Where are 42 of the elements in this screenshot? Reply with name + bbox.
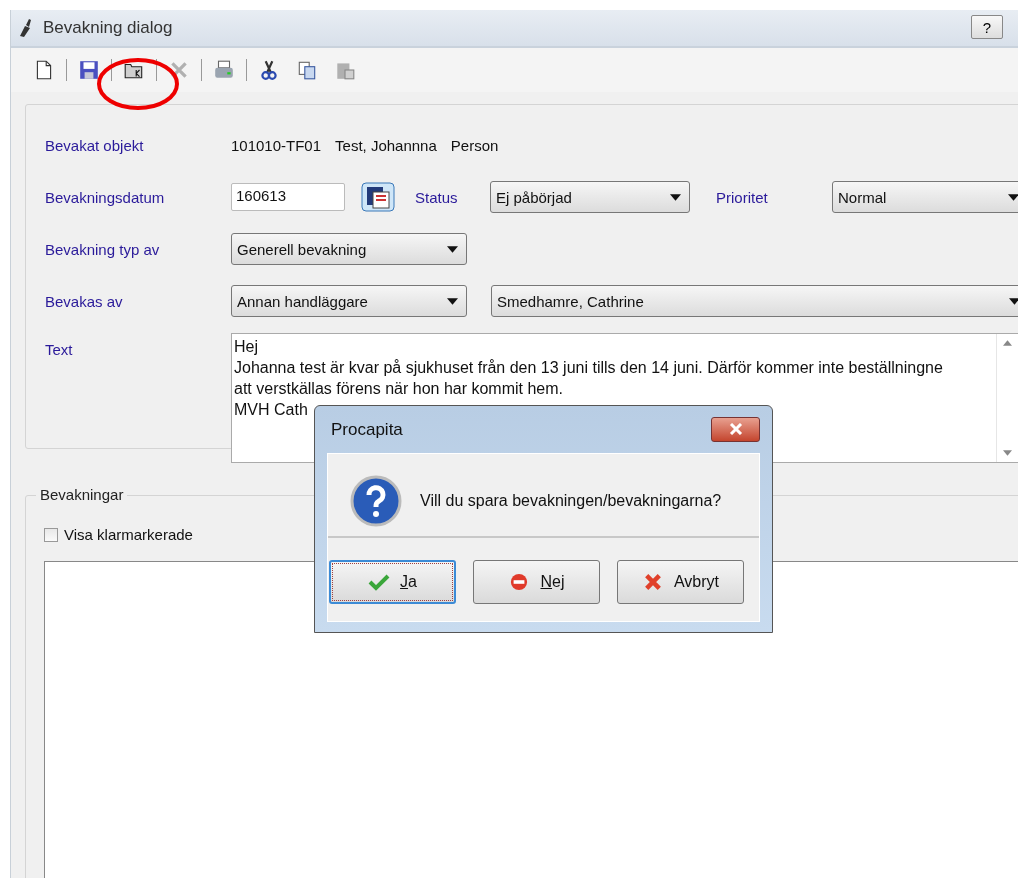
dialog-title: Procapita <box>331 419 403 440</box>
field-label: Bevakas av <box>45 292 124 310</box>
group-title: Bevakningar <box>36 486 128 503</box>
dropdown-caret-icon <box>447 245 458 253</box>
checkbox[interactable] <box>44 527 58 542</box>
cancel-button[interactable]: Avbryt <box>617 560 744 604</box>
calendar-icon[interactable] <box>361 182 395 212</box>
checkbox-label: Visa klarmarkerade <box>64 526 193 543</box>
checkmark-icon <box>368 573 391 591</box>
priority-dropdown[interactable]: Normal <box>832 181 1018 213</box>
date-field[interactable]: 160613 <box>231 183 345 211</box>
copy-icon[interactable] <box>296 59 318 81</box>
field-label: Bevakat objekt <box>45 136 145 154</box>
dropdown-caret-icon <box>447 297 458 305</box>
object-value: Person <box>450 136 499 154</box>
field-label: Text <box>45 340 74 358</box>
question-icon <box>350 475 402 527</box>
scroll-up-icon[interactable] <box>1003 340 1012 346</box>
status-dropdown[interactable]: Ej påbörjad <box>490 181 690 213</box>
field-label: Bevakning typ av <box>45 240 161 258</box>
status-label: Status <box>415 188 459 206</box>
window-title: Bevakning dialog <box>43 18 173 38</box>
close-icon <box>728 422 743 435</box>
role-dropdown[interactable]: Annan handläggare <box>231 285 467 317</box>
dropdown-caret-icon <box>1008 193 1018 201</box>
printer-icon[interactable] <box>213 59 235 81</box>
scroll-down-icon[interactable] <box>1003 450 1012 456</box>
no-button[interactable]: Nej <box>473 560 600 604</box>
save-icon[interactable] <box>78 59 100 81</box>
dropdown-caret-icon <box>1009 297 1018 305</box>
field-label: Bevakningsdatum <box>45 188 166 206</box>
yes-button[interactable]: Ja <box>329 560 456 604</box>
object-value: 101010-TF01 <box>231 136 322 154</box>
priority-label: Prioritet <box>715 188 769 206</box>
close-button[interactable] <box>711 417 760 442</box>
help-button[interactable]: ? <box>971 15 1003 39</box>
scissors-icon[interactable] <box>258 59 280 81</box>
dropdown-caret-icon <box>670 193 681 201</box>
dialog-message: Vill du spara bevakningen/bevakningarna? <box>420 492 722 510</box>
person-dropdown[interactable]: Smedhamre, Cathrine <box>491 285 1018 317</box>
object-value: Test, Johannna <box>335 136 437 154</box>
type-dropdown[interactable]: Generell bevakning <box>231 233 467 265</box>
